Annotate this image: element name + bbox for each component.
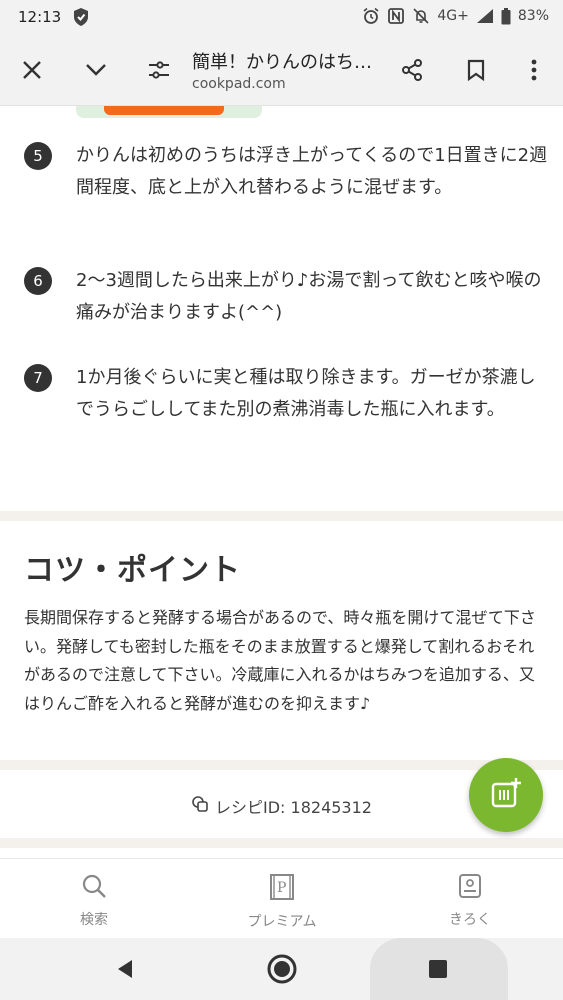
browser-toolbar: 簡単！かりんのはち… cookpad.com <box>0 34 563 106</box>
nfc-icon <box>387 7 405 25</box>
step-text: かりんは初めのうちは浮き上がってくるので1日置きに2週間程度、底と上が入れ替わる… <box>76 145 548 198</box>
add-cook-icon <box>489 776 523 814</box>
step-text: 1か月後ぐらいに実と種は取り除きます。ガーゼか茶漉しでうらごししてまた別の煮沸消… <box>76 367 536 420</box>
page-url: cookpad.com <box>192 76 286 92</box>
record-icon <box>457 873 483 903</box>
step-image <box>76 106 262 118</box>
svg-text:P: P <box>277 880 286 896</box>
recents-icon[interactable] <box>429 960 447 982</box>
signal-icon <box>476 8 494 24</box>
premium-icon: P <box>269 873 295 905</box>
battery-percent: 83% <box>517 8 549 24</box>
bookmark-icon[interactable] <box>462 56 490 84</box>
tips-body: 長期間保存すると発酵する場合があるので、時々瓶を開けて混ぜて下さい。発酵しても密… <box>24 608 536 713</box>
step-number: 5 <box>24 142 52 170</box>
nav-search[interactable]: 検索 <box>34 873 154 929</box>
more-options-icon[interactable] <box>520 56 548 84</box>
status-bar: 12:13 4G+ 83% <box>0 0 563 34</box>
nav-premium-label: プレミアム <box>247 914 317 930</box>
tips-heading: コツ・ポイント <box>24 553 241 588</box>
section-divider <box>0 511 563 521</box>
mute-icon <box>412 7 430 25</box>
share-icon[interactable] <box>398 56 426 84</box>
back-icon[interactable] <box>114 958 136 984</box>
add-kitchen-report-button[interactable] <box>469 758 543 832</box>
search-icon <box>81 873 107 903</box>
battery-icon <box>501 7 511 25</box>
close-icon[interactable] <box>18 56 46 84</box>
bottom-nav: 検索 P プレミアム きろく <box>0 858 563 938</box>
recipe-id-label: レシピID: 18245312 <box>215 798 372 817</box>
network-label: 4G+ <box>437 8 469 24</box>
shield-icon <box>72 7 90 31</box>
alarm-icon <box>362 7 380 25</box>
page-settings-icon[interactable] <box>145 56 173 84</box>
nav-search-label: 検索 <box>80 912 108 928</box>
step-text: 2〜3週間したら出来上がり♪お湯で割って飲むと咳や喉の痛みが治まりますよ(^^) <box>76 270 542 323</box>
section-divider <box>0 838 563 848</box>
nav-record-label: きろく <box>449 912 491 928</box>
status-icons: 4G+ 83% <box>362 7 549 25</box>
copy-icon <box>191 795 209 817</box>
chevron-down-icon[interactable] <box>82 56 110 84</box>
page-title: 簡単！かりんのはち… <box>192 52 372 73</box>
step-number: 7 <box>24 364 52 392</box>
home-icon[interactable] <box>266 953 298 989</box>
status-time: 12:13 <box>18 8 62 26</box>
nav-premium[interactable]: P プレミアム <box>222 873 342 931</box>
nav-record[interactable]: きろく <box>410 873 530 929</box>
step-number: 6 <box>24 267 52 295</box>
